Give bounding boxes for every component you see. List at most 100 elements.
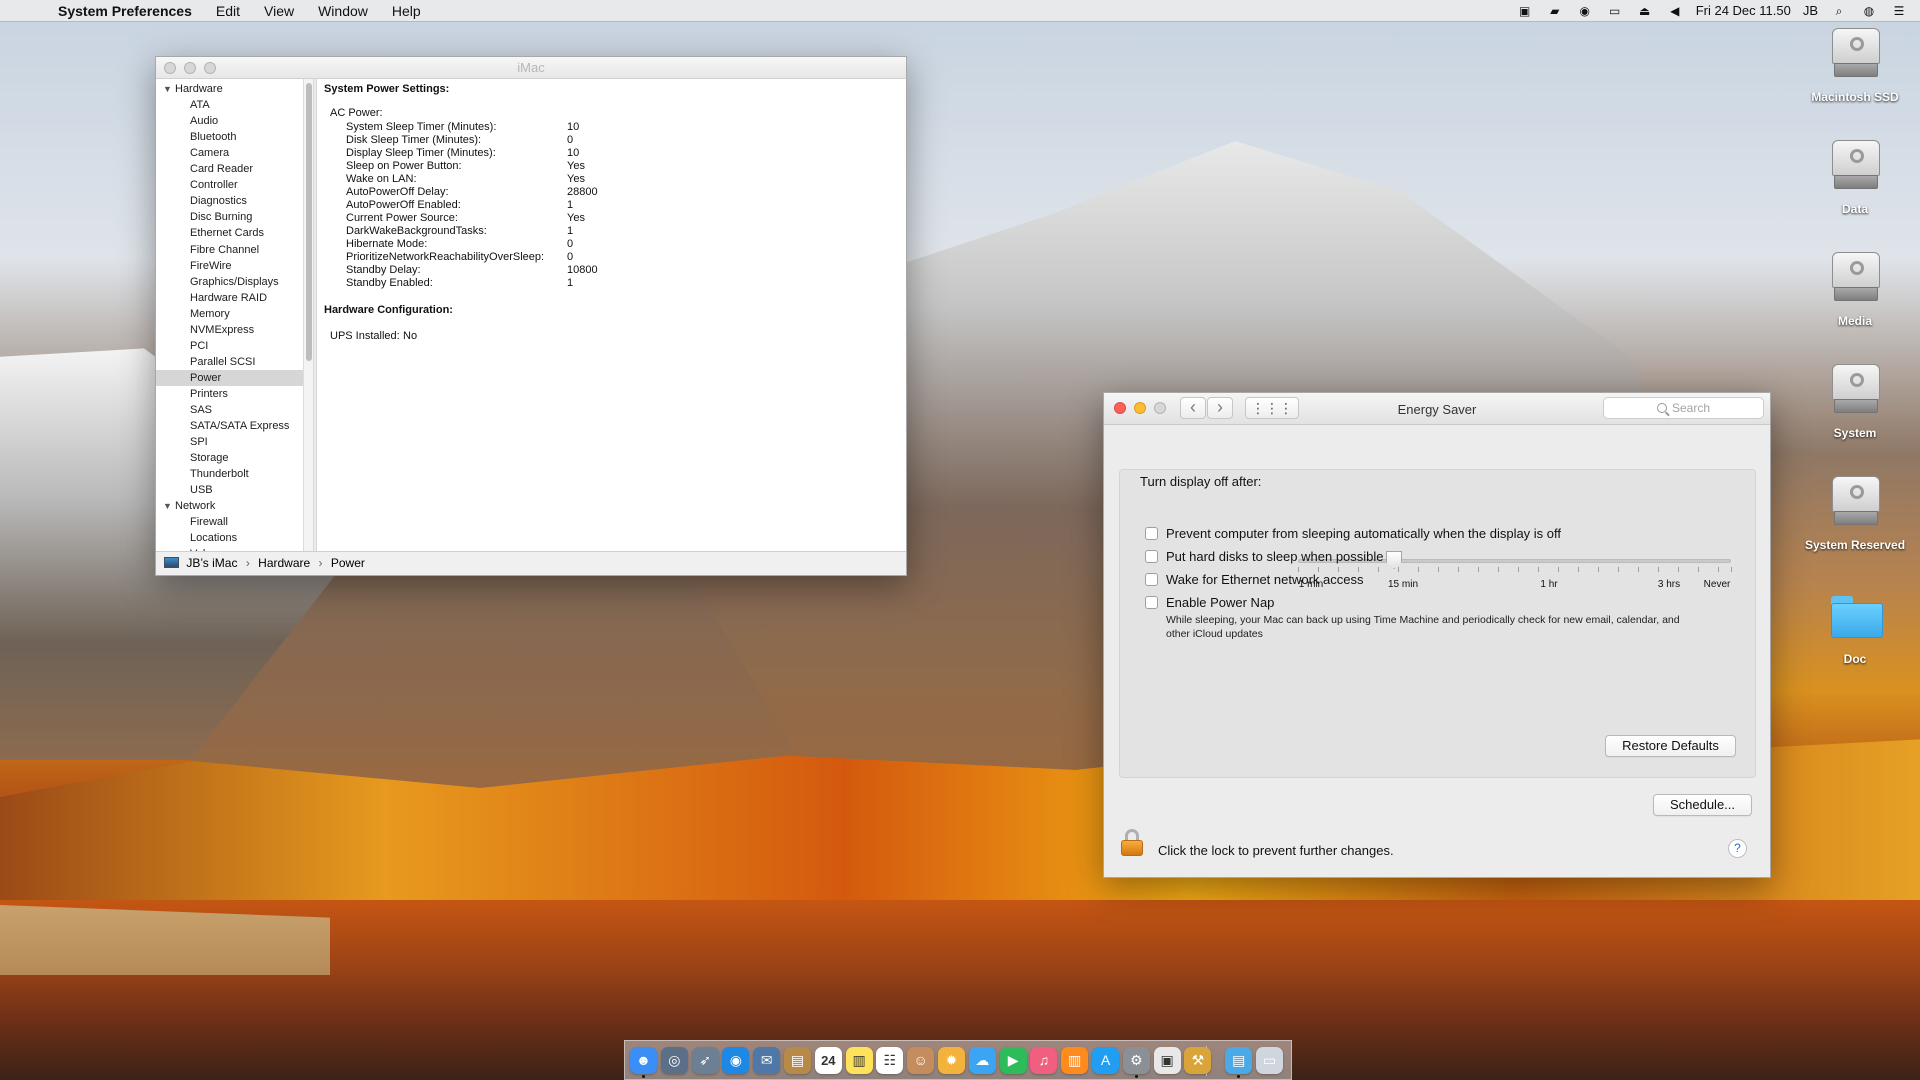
sidebar-item-parallel-scsi[interactable]: Parallel SCSI	[156, 354, 304, 370]
photos-icon[interactable]: ✹	[938, 1047, 965, 1074]
power-nap-checkbox[interactable]	[1145, 596, 1158, 609]
messages-icon[interactable]: ☁	[969, 1047, 996, 1074]
minimize-button[interactable]	[1134, 402, 1146, 414]
sidebar-item-firewall[interactable]: Firewall	[156, 514, 304, 530]
desktop-item-macintosh-ssd[interactable]: Macintosh SSD	[1803, 28, 1907, 122]
disclosure-triangle-icon[interactable]: ▼	[163, 81, 172, 97]
desktop-item-media[interactable]: Media	[1803, 252, 1907, 346]
menu-bar-user[interactable]: JB	[1803, 0, 1818, 22]
trash-icon[interactable]: ▭	[1256, 1047, 1283, 1074]
siri-icon[interactable]: ◍	[1860, 4, 1878, 18]
xcode-icon[interactable]: ⚒	[1184, 1047, 1211, 1074]
contacts-icon[interactable]: ☺	[907, 1047, 934, 1074]
sidebar-item-graphics-displays[interactable]: Graphics/Displays	[156, 274, 304, 290]
power-nap-checkbox-row[interactable]: Enable Power Nap	[1145, 593, 1274, 611]
display-off-slider-thumb[interactable]	[1386, 551, 1402, 569]
preferences-search-field[interactable]: Search	[1603, 397, 1764, 419]
lock-icon[interactable]	[1120, 829, 1144, 856]
disclosure-triangle-icon[interactable]: ▼	[163, 498, 172, 514]
app-menu-system-preferences[interactable]: System Preferences	[46, 0, 204, 22]
sidebar-item-spi[interactable]: SPI	[156, 434, 304, 450]
stickies-icon[interactable]: ▥	[846, 1047, 873, 1074]
downloads-folder-icon[interactable]: ▤	[1225, 1047, 1252, 1074]
sidebar-item-firewire[interactable]: FireWire	[156, 258, 304, 274]
sidebar-item-pci[interactable]: PCI	[156, 338, 304, 354]
sidebar-item-bluetooth[interactable]: Bluetooth	[156, 129, 304, 145]
sidebar-item-ethernet-cards[interactable]: Ethernet Cards	[156, 225, 304, 241]
sidebar-item-memory[interactable]: Memory	[156, 306, 304, 322]
show-all-preferences-button[interactable]: ⋮⋮⋮	[1245, 397, 1299, 419]
eject-icon[interactable]: ⏏	[1636, 4, 1654, 18]
desktop-item-doc[interactable]: Doc	[1803, 590, 1907, 684]
sidebar-item-camera[interactable]: Camera	[156, 145, 304, 161]
prevent-sleep-checkbox-row[interactable]: Prevent computer from sleeping automatic…	[1145, 524, 1561, 542]
desktop-item-system[interactable]: System	[1803, 364, 1907, 458]
sidebar-item-power[interactable]: Power	[156, 370, 304, 386]
sidebar-item-hardware-raid[interactable]: Hardware RAID	[156, 290, 304, 306]
notification-center-icon[interactable]: ☰	[1890, 4, 1908, 18]
mail-icon[interactable]: ✉	[753, 1047, 780, 1074]
airplay-icon[interactable]: ▭	[1606, 4, 1624, 18]
hard-disk-sleep-checkbox[interactable]	[1145, 550, 1158, 563]
system-information-sidebar[interactable]: ▼HardwareATAAudioBluetoothCameraCard Rea…	[156, 79, 304, 553]
sidebar-scroll-thumb[interactable]	[306, 83, 312, 361]
finder-icon[interactable]: ☻	[630, 1047, 657, 1074]
nvidia-icon[interactable]: ◉	[1576, 4, 1594, 18]
pathbar-power[interactable]: Power	[331, 556, 365, 570]
launchpad-icon[interactable]: ◎	[661, 1047, 688, 1074]
help-button[interactable]: ?	[1728, 839, 1747, 858]
safari-icon[interactable]: ◉	[722, 1047, 749, 1074]
sidebar-item-disc-burning[interactable]: Disc Burning	[156, 209, 304, 225]
energy-saver-titlebar[interactable]: ‹ › ⋮⋮⋮ Energy Saver Search	[1104, 393, 1770, 425]
pathbar-computer[interactable]: JB’s iMac	[186, 556, 237, 570]
close-button[interactable]	[1114, 402, 1126, 414]
sidebar-item-ata[interactable]: ATA	[156, 97, 304, 113]
sidebar-item-locations[interactable]: Locations	[156, 530, 304, 546]
menu-bar-datetime[interactable]: Fri 24 Dec 11.50	[1696, 0, 1791, 22]
sidebar-item-network[interactable]: ▼Network	[156, 498, 304, 514]
calendar-icon[interactable]: 24	[815, 1047, 842, 1074]
sidebar-item-fibre-channel[interactable]: Fibre Channel	[156, 242, 304, 258]
sidebar-item-card-reader[interactable]: Card Reader	[156, 161, 304, 177]
menu-edit[interactable]: Edit	[204, 0, 252, 22]
system-information-titlebar[interactable]: iMac	[156, 57, 906, 79]
facetime-icon[interactable]: ▶	[1000, 1047, 1027, 1074]
prevent-sleep-checkbox[interactable]	[1145, 527, 1158, 540]
sidebar-item-diagnostics[interactable]: Diagnostics	[156, 193, 304, 209]
sidebar-item-thunderbolt[interactable]: Thunderbolt	[156, 466, 304, 482]
desktop-item-data[interactable]: Data	[1803, 140, 1907, 234]
sidebar-item-sas[interactable]: SAS	[156, 402, 304, 418]
volume-icon[interactable]: ◀	[1666, 4, 1684, 18]
hard-disk-sleep-checkbox-row[interactable]: Put hard disks to sleep when possible	[1145, 547, 1384, 565]
schedule-button[interactable]: Schedule...	[1653, 794, 1752, 816]
menu-help[interactable]: Help	[380, 0, 433, 22]
sidebar-item-storage[interactable]: Storage	[156, 450, 304, 466]
sidebar-item-sata-sata-express[interactable]: SATA/SATA Express	[156, 418, 304, 434]
pathbar-hardware[interactable]: Hardware	[258, 556, 310, 570]
menu-view[interactable]: View	[252, 0, 306, 22]
zoom-button[interactable]	[1154, 402, 1166, 414]
preview-icon[interactable]: ▣	[1154, 1047, 1181, 1074]
close-button[interactable]	[164, 62, 176, 74]
reminders-icon[interactable]: ☷	[876, 1047, 903, 1074]
activity-monitor-icon[interactable]: ▣	[1516, 4, 1534, 18]
notes-icon[interactable]: ▤	[784, 1047, 811, 1074]
app-store-icon[interactable]: A	[1092, 1047, 1119, 1074]
sidebar-scrollbar[interactable]	[304, 79, 314, 553]
wake-ethernet-checkbox[interactable]	[1145, 573, 1158, 586]
menu-window[interactable]: Window	[306, 0, 380, 22]
forward-button[interactable]: ›	[1207, 397, 1233, 419]
sidebar-item-controller[interactable]: Controller	[156, 177, 304, 193]
restore-defaults-button[interactable]: Restore Defaults	[1605, 735, 1736, 757]
desktop-item-system-reserved[interactable]: System Reserved	[1803, 476, 1907, 570]
sidebar-item-audio[interactable]: Audio	[156, 113, 304, 129]
wake-ethernet-checkbox-row[interactable]: Wake for Ethernet network access	[1145, 570, 1364, 588]
search-icon[interactable]: ⌕	[1830, 4, 1848, 18]
minimize-button[interactable]	[184, 62, 196, 74]
sidebar-item-nvmexpress[interactable]: NVMExpress	[156, 322, 304, 338]
network-strength-icon[interactable]: ▰	[1546, 4, 1564, 18]
system-preferences-icon[interactable]: ⚙	[1123, 1047, 1150, 1074]
sidebar-item-hardware[interactable]: ▼Hardware	[156, 81, 304, 97]
zoom-button[interactable]	[204, 62, 216, 74]
music-icon[interactable]: ♫	[1030, 1047, 1057, 1074]
